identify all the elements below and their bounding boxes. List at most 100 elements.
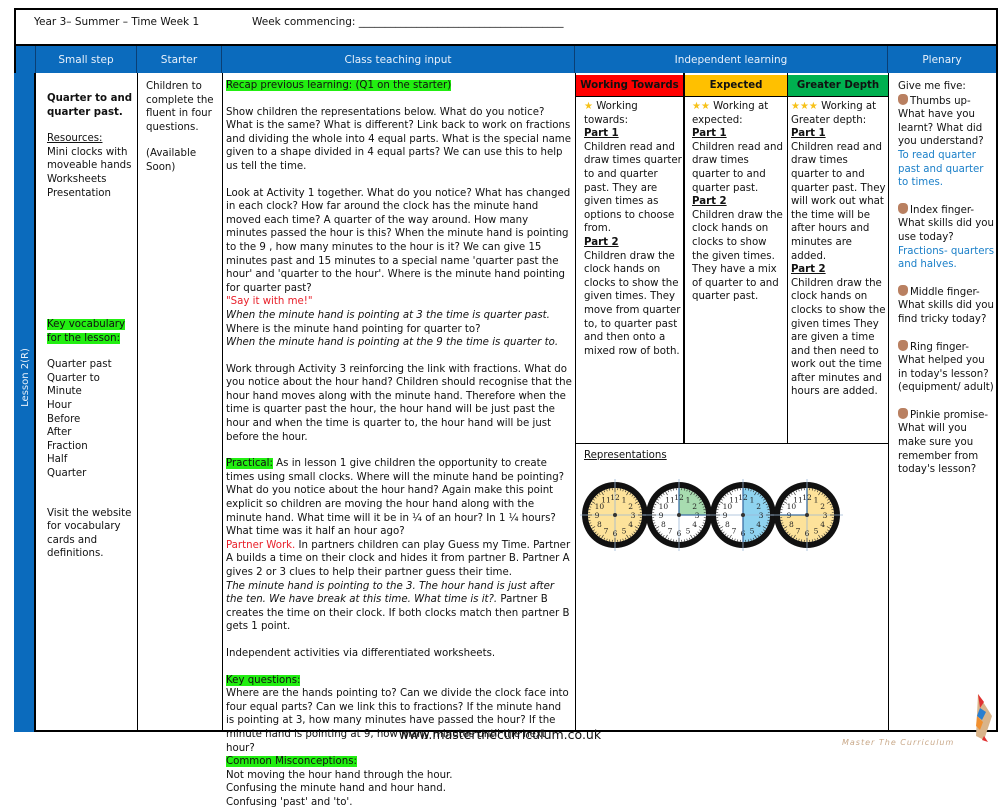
plenary-question: What will you make sure you remember fro…: [898, 423, 978, 475]
clock-numeral: 3: [759, 511, 764, 520]
clock-numeral: 7: [668, 527, 673, 536]
vocabulary-cell: Key vocabulary for the lesson: Quarter p…: [47, 318, 133, 561]
clock-face: 123456789101112: [643, 479, 715, 551]
clock-numeral: 5: [814, 527, 819, 536]
part-label: Part 1: [692, 127, 786, 141]
divider: [787, 73, 788, 443]
clock-numeral: 3: [823, 511, 828, 520]
divider: [222, 73, 223, 732]
plenary-finger: Pinkie promise-: [910, 410, 988, 421]
small-step-title: Quarter to and quarter past.: [47, 92, 133, 119]
clock-numeral: 1: [622, 495, 627, 504]
vocab-item: Half: [47, 453, 133, 467]
plenary-question: What skills did you use today?: [898, 218, 994, 243]
clock-numeral: 4: [756, 520, 761, 529]
level-header-greater-depth: Greater Depth: [788, 75, 888, 96]
hand-icon: [898, 94, 908, 105]
teaching-paragraph: Work through Activity 3 reinforcing the …: [226, 363, 572, 445]
week-commencing: Week commencing: _______________________…: [252, 16, 564, 28]
sentence-stem: When the minute hand is pointing at the …: [226, 336, 572, 350]
clock-numeral: 6: [677, 529, 682, 538]
header-independent: Independent learning: [575, 46, 888, 73]
level-header-expected: Expected: [685, 75, 787, 96]
divider: [575, 443, 888, 444]
part-label: Part 2: [692, 195, 786, 209]
lesson-label: Lesson 2(R): [14, 73, 36, 732]
part-label: Part 1: [584, 127, 682, 141]
small-step-cell: Quarter to and quarter past. Resources: …: [47, 92, 133, 200]
divider: [683, 73, 685, 443]
recap-label: Recap previous learning: (Q1 on the star…: [226, 80, 451, 91]
clock-numeral: 4: [692, 520, 697, 529]
teaching-paragraph: Look at Activity 1 together. What do you…: [226, 187, 572, 296]
clock-numeral: 7: [732, 527, 737, 536]
part-text: Children read and draw times quarter to …: [584, 141, 682, 236]
clock-numeral: 7: [796, 527, 801, 536]
resource-item: moveable hands: [47, 159, 133, 173]
clock-numeral: 9: [595, 511, 600, 520]
star-icon: ★★★: [791, 101, 818, 112]
partner-work-label: Partner Work.: [226, 540, 295, 551]
pencil-logo-icon: [972, 692, 996, 744]
misconceptions-label: Common Misconceptions:: [226, 756, 357, 767]
clock-numeral: 5: [686, 527, 691, 536]
clock-numeral: 1: [750, 495, 755, 504]
representation-clocks: 1234567891011121234567891011121234567891…: [580, 478, 880, 558]
clock-center: [677, 513, 681, 517]
clock-numeral: 6: [613, 529, 618, 538]
plenary-question: What have you learnt? What did you under…: [898, 109, 984, 147]
part-text: Children read and draw times quarter to …: [692, 141, 786, 195]
vocab-item: Hour: [47, 399, 133, 413]
representations-label: Representations: [584, 449, 667, 463]
clock-face: 123456789101112: [580, 479, 651, 551]
level-header-working-towards: Working Towards: [576, 75, 683, 96]
level-working-towards: ★ Working towards: Part 1 Children read …: [584, 100, 682, 358]
say-it-prompt: "Say it with me!": [226, 295, 572, 309]
resource-item: Mini clocks with: [47, 146, 133, 160]
visit-website-note: Visit the website for vocabulary cards a…: [47, 507, 133, 561]
page-title: Year 3– Summer – Time Week 1: [34, 16, 199, 28]
clock-numeral: 5: [750, 527, 755, 536]
part-text: Children draw the clock hands on clocks …: [692, 209, 786, 304]
vocab-item: Quarter past: [47, 358, 133, 372]
clock-numeral: 9: [659, 511, 664, 520]
vocab-item: Quarter to: [47, 372, 133, 386]
resource-item: Worksheets: [47, 173, 133, 187]
vocab-item: Fraction: [47, 440, 133, 454]
header-starter: Starter: [137, 46, 222, 73]
clock-numeral: 9: [723, 511, 728, 520]
plenary-answer: Fractions- quarters and halves.: [898, 245, 994, 272]
star-icon: ★★: [692, 101, 710, 112]
class-teaching-cell: Recap previous learning: (Q1 on the star…: [226, 79, 572, 810]
divider: [888, 73, 889, 732]
clock-numeral: 8: [725, 520, 730, 529]
level-intro: Working towards:: [584, 101, 638, 126]
clock-center: [741, 513, 745, 517]
clock-numeral: 12: [610, 493, 620, 502]
hand-icon: [898, 340, 908, 351]
clock-numeral: 8: [661, 520, 666, 529]
vocab-item: Minute: [47, 385, 133, 399]
plenary-cell: Give me five: Thumbs up- What have you l…: [898, 80, 994, 477]
misconception-item: Confusing the minute hand and hour hand.: [226, 782, 572, 796]
key-questions-text: Where are the hands pointing to? Can we …: [226, 687, 572, 755]
clock-center: [613, 513, 617, 517]
plenary-finger: Index finger-: [910, 205, 974, 216]
resources-label: Resources:: [47, 132, 133, 146]
clock-numeral: 6: [805, 529, 810, 538]
star-icon: ★: [584, 101, 593, 112]
header-plenary: Plenary: [888, 46, 996, 73]
clock-numeral: 1: [814, 495, 819, 504]
header-small-step: Small step: [36, 46, 137, 73]
plenary-answer: To read quarter past and quarter to time…: [898, 149, 994, 190]
vocab-item: Before: [47, 413, 133, 427]
plenary-finger: Thumbs up-: [910, 96, 971, 107]
plenary-question: What helped you in today's lesson? (equi…: [898, 355, 994, 393]
clock-numeral: 8: [597, 520, 602, 529]
clock-numeral: 4: [820, 520, 825, 529]
vocab-item: Quarter: [47, 467, 133, 481]
clock-numeral: 4: [628, 520, 633, 529]
brand-signature: Master The Curriculum: [842, 738, 954, 747]
clock-numeral: 2: [628, 502, 633, 511]
teaching-paragraph: Show children the representations below.…: [226, 106, 572, 174]
